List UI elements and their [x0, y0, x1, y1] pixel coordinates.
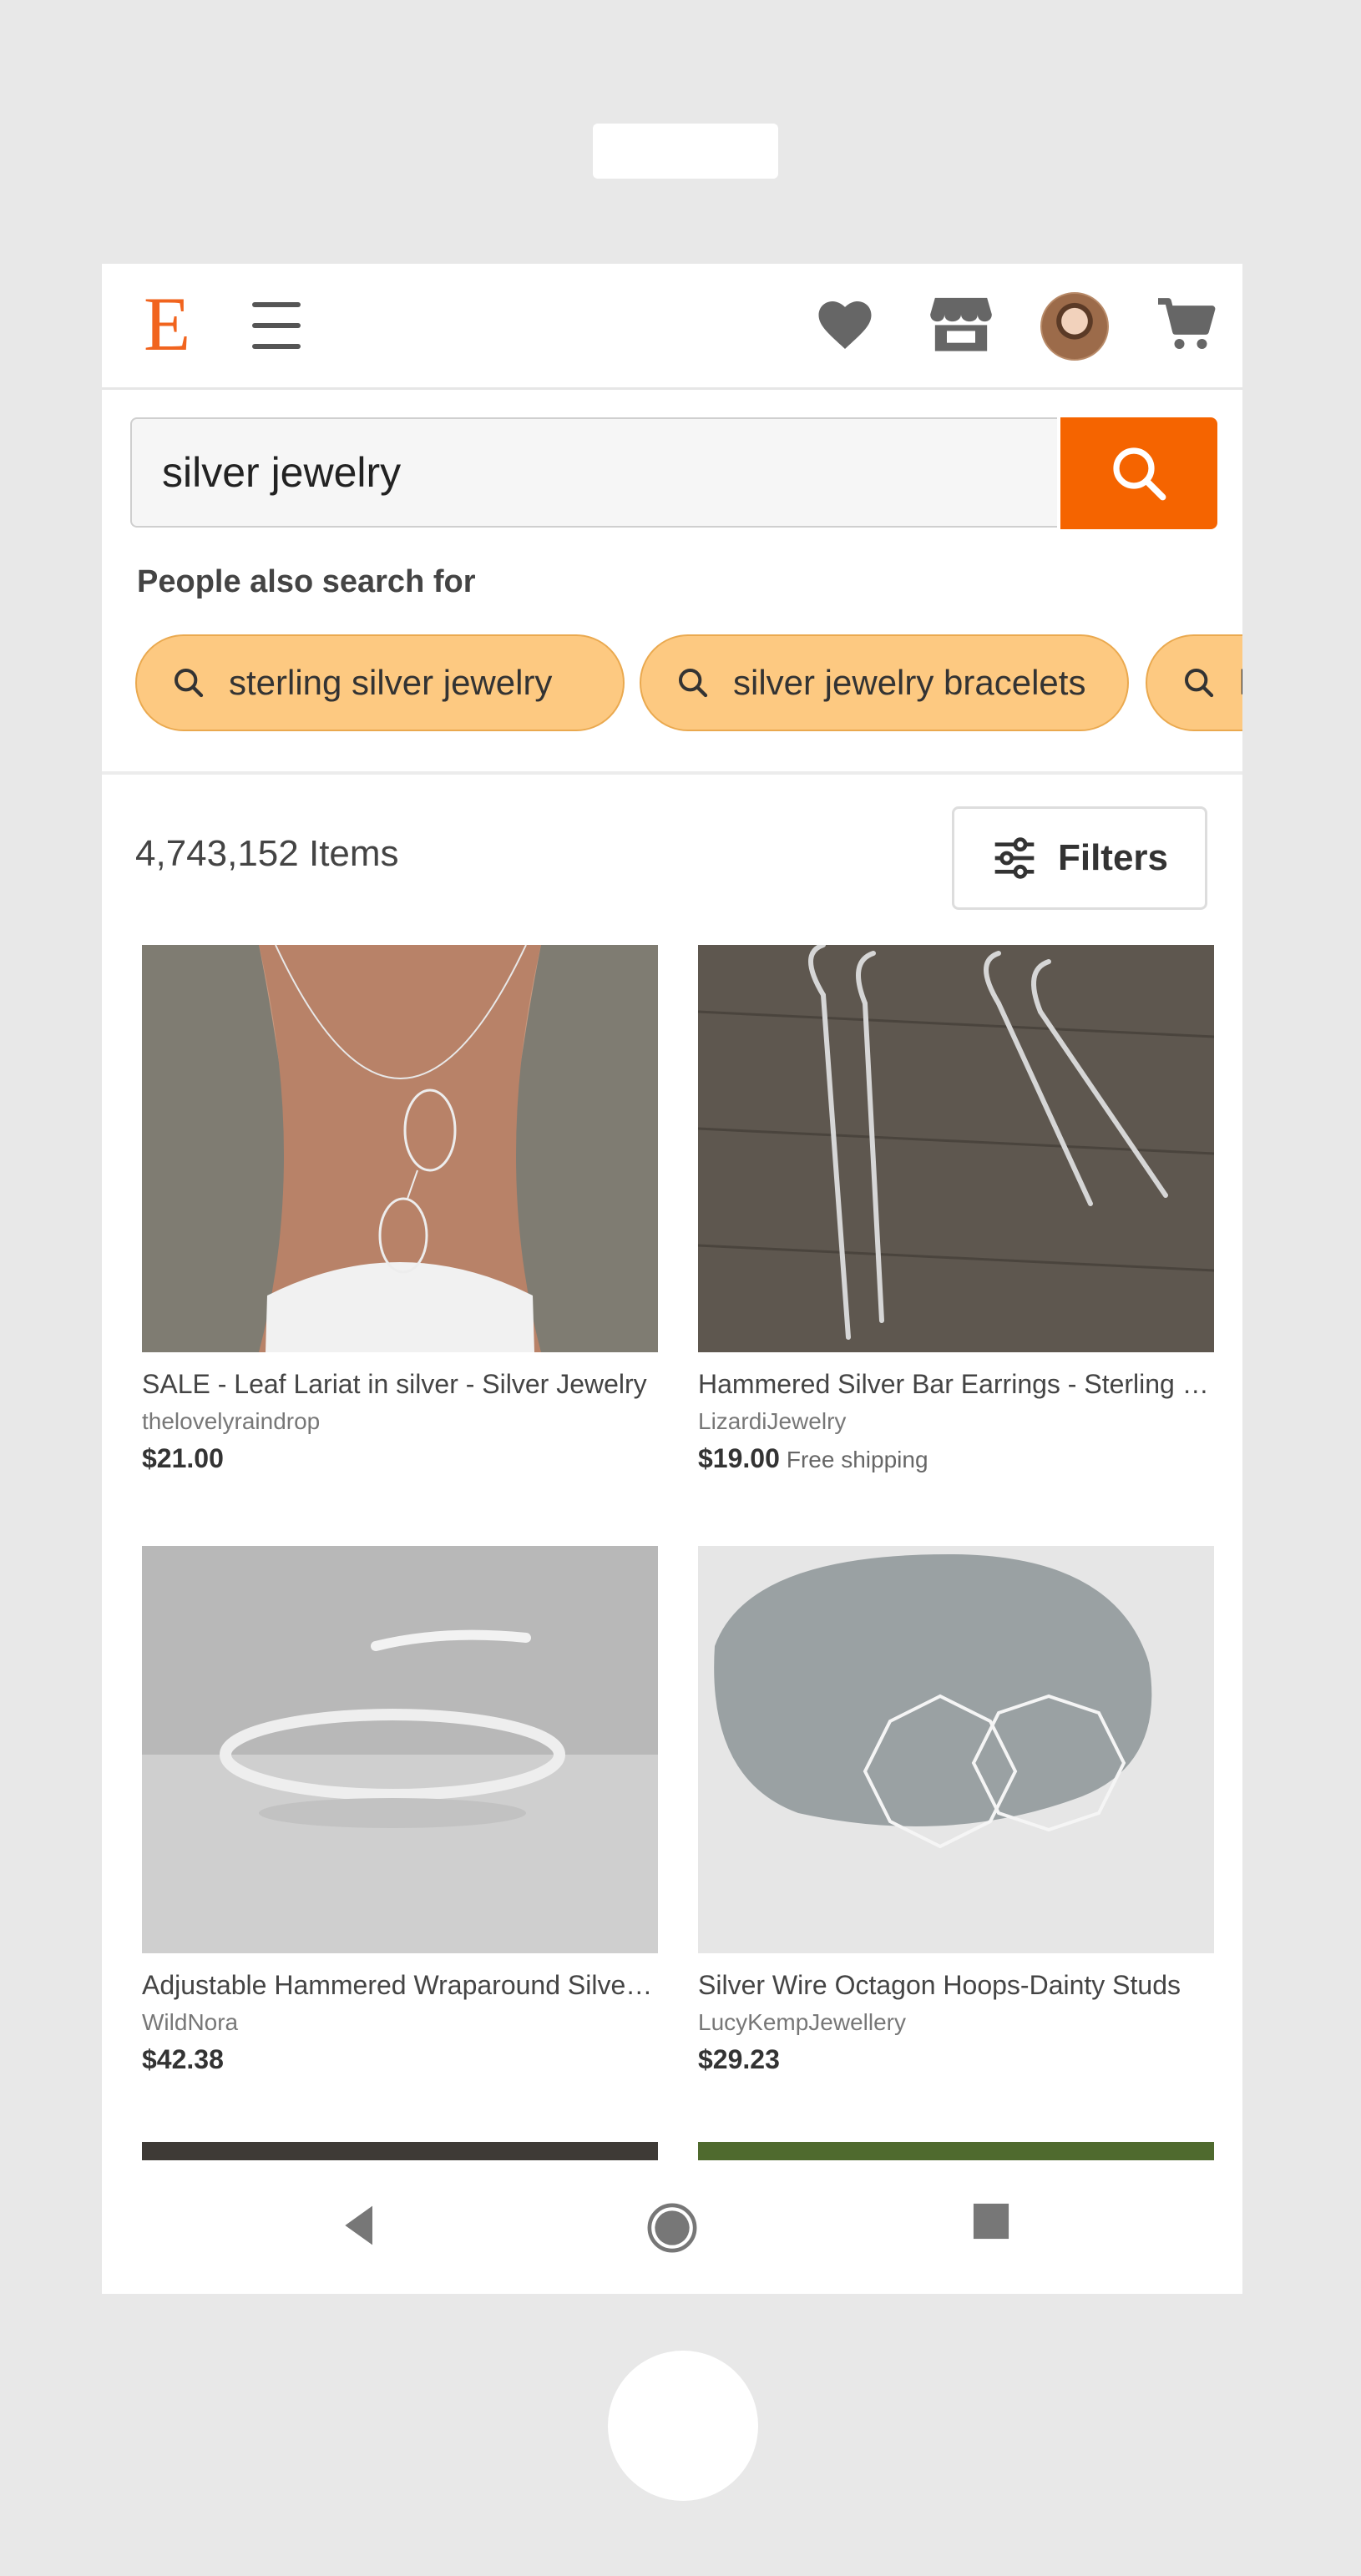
- search-icon: [679, 669, 708, 698]
- suggestion-chip[interactable]: silver jewelry bracelets: [640, 634, 1129, 731]
- search-icon: [1185, 669, 1214, 698]
- price-value: $21.00: [142, 1443, 224, 1473]
- product-image-hoops[interactable]: [698, 1546, 1214, 1953]
- top-bar: E: [102, 264, 1242, 390]
- product-price: $42.38: [142, 2044, 658, 2075]
- product-image-ring[interactable]: [142, 1546, 658, 1953]
- product-title[interactable]: Silver Wire Octagon Hoops-Dainty Studs: [698, 1970, 1214, 2001]
- product-card[interactable]: Silver Wire Octagon Hoops-Dainty Studs L…: [698, 1546, 1214, 2075]
- suggestion-chip-label: silver jewelry bracelets: [733, 663, 1086, 702]
- filters-label: Filters: [1057, 837, 1169, 878]
- shop-icon[interactable]: [930, 295, 992, 352]
- search-button[interactable]: [1060, 417, 1217, 529]
- search-bar: silver jewelry: [130, 417, 1217, 531]
- product-title[interactable]: Hammered Silver Bar Earrings - Sterling …: [698, 1369, 1214, 1400]
- back-icon[interactable]: [337, 2202, 384, 2249]
- results-count: 4,743,152 Items: [135, 833, 399, 874]
- app-screen: E silver jewelry People also search for …: [102, 264, 1242, 2294]
- filters-button[interactable]: Filters: [952, 806, 1207, 910]
- product-shop[interactable]: WildNora: [142, 2009, 658, 2036]
- sliders-icon: [994, 837, 1035, 879]
- suggestion-chip[interactable]: sterling silver jewelry: [135, 634, 625, 731]
- product-shop[interactable]: thelovelyraindrop: [142, 1408, 658, 1435]
- etsy-logo[interactable]: E: [144, 282, 190, 366]
- search-input[interactable]: silver jewelry: [130, 417, 1057, 528]
- divider: [102, 771, 1242, 775]
- product-price: $21.00: [142, 1443, 658, 1474]
- hamburger-menu-icon[interactable]: [252, 302, 301, 349]
- shipping-label: Free shipping: [786, 1447, 928, 1472]
- device-speaker: [593, 124, 778, 179]
- system-nav-bar: [102, 2160, 1242, 2294]
- product-price: $29.23: [698, 2044, 1214, 2075]
- search-icon: [1113, 447, 1166, 501]
- suggestion-chip[interactable]: l: [1146, 634, 1242, 731]
- suggestion-chip-label: l: [1239, 663, 1242, 703]
- product-title[interactable]: SALE - Leaf Lariat in silver - Silver Je…: [142, 1369, 658, 1400]
- heart-icon[interactable]: [815, 295, 875, 352]
- product-price: $19.00 Free shipping: [698, 1443, 1214, 1474]
- product-card[interactable]: Adjustable Hammered Wraparound Silver Ri…: [142, 1546, 658, 2075]
- suggestion-chips: sterling silver jewelry silver jewelry b…: [135, 634, 1242, 733]
- price-value: $19.00: [698, 1443, 780, 1473]
- search-icon: [175, 669, 204, 698]
- product-card[interactable]: Hammered Silver Bar Earrings - Sterling …: [698, 945, 1214, 1474]
- product-shop[interactable]: LucyKempJewellery: [698, 2009, 1214, 2036]
- product-image-necklace[interactable]: [142, 945, 658, 1352]
- avatar[interactable]: [1040, 292, 1109, 361]
- device-home-button[interactable]: [608, 2351, 758, 2501]
- product-card[interactable]: SALE - Leaf Lariat in silver - Silver Je…: [142, 945, 658, 1474]
- suggestion-chip-label: sterling silver jewelry: [229, 663, 553, 702]
- home-icon[interactable]: [646, 2202, 698, 2254]
- product-shop[interactable]: LizardiJewelry: [698, 1408, 1214, 1435]
- price-value: $29.23: [698, 2044, 780, 2074]
- price-value: $42.38: [142, 2044, 224, 2074]
- recents-icon[interactable]: [972, 2202, 1010, 2240]
- suggestions-title: People also search for: [137, 564, 476, 599]
- cart-icon[interactable]: [1156, 294, 1216, 354]
- product-title[interactable]: Adjustable Hammered Wraparound Silver Ri…: [142, 1970, 658, 2001]
- product-image-earrings[interactable]: [698, 945, 1214, 1352]
